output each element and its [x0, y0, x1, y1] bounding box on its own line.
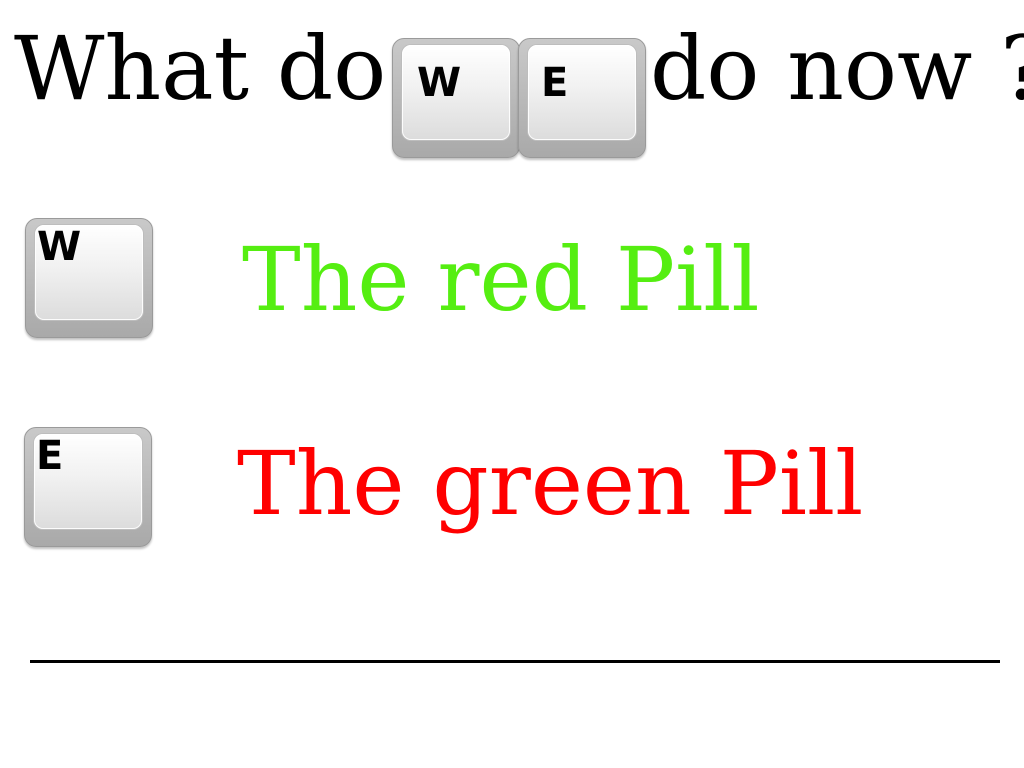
key-e-title: E: [518, 38, 646, 158]
option-key-w[interactable]: W: [25, 218, 153, 338]
key-letter: E: [541, 60, 569, 106]
key-w-title: W: [392, 38, 520, 158]
question-prefix: What do: [14, 17, 387, 120]
option-label-green-pill[interactable]: The green Pill: [237, 440, 863, 528]
key-letter: W: [417, 60, 462, 106]
key-letter: E: [36, 433, 64, 479]
question-suffix: do now ?: [650, 17, 1024, 120]
option-label-red-pill[interactable]: The red Pill: [242, 236, 760, 324]
option-key-e[interactable]: E: [24, 427, 152, 547]
key-letter: W: [37, 224, 82, 270]
divider-line: [30, 660, 1000, 663]
